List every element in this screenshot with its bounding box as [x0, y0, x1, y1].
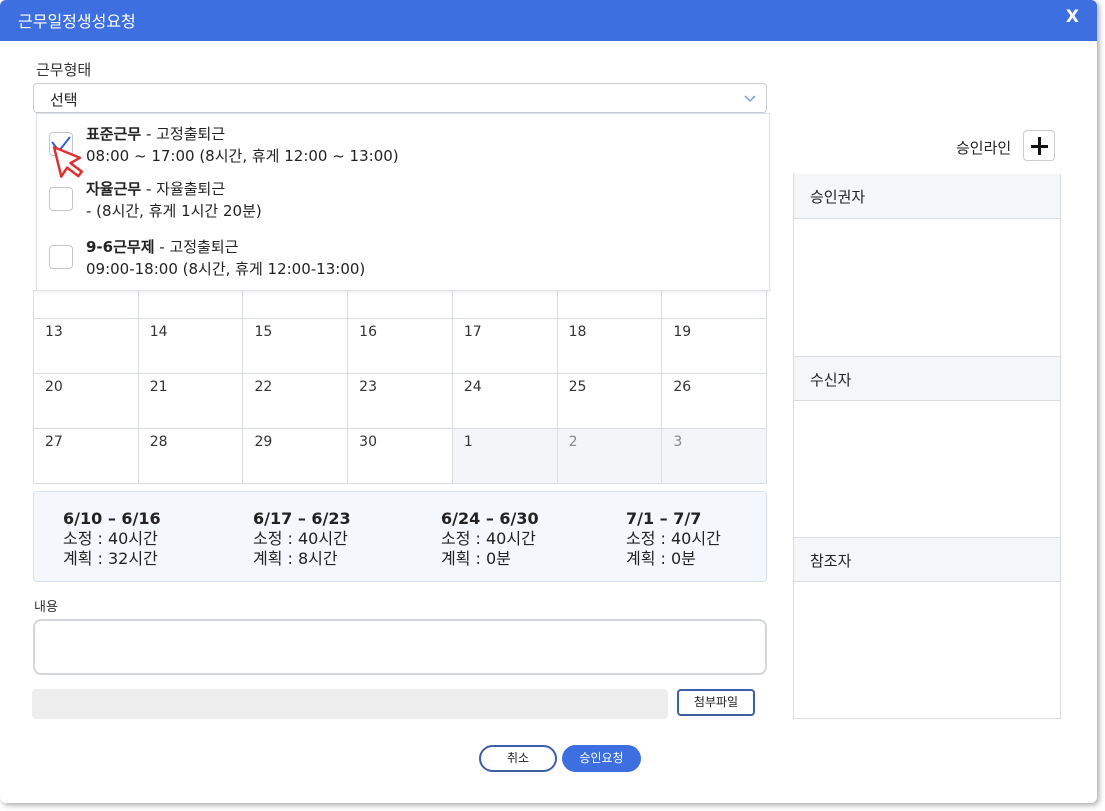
reference-section-header: 참조자	[794, 537, 1060, 582]
week-standard-hours: 소정 : 40시간	[441, 529, 536, 548]
work-type-option-standard[interactable]: 표준근무 - 고정출퇴근 08:00 ~ 17:00 (8시간, 휴게 12:0…	[37, 114, 769, 170]
calendar-week-row: 13 14 15 16 17 18 19	[34, 319, 768, 374]
calendar-day[interactable]	[138, 291, 244, 319]
calendar-day[interactable]	[662, 291, 768, 319]
weekly-hours-summary: 6/10 – 6/16 소정 : 40시간 계획 : 32시간 6/17 – 6…	[33, 491, 767, 582]
calendar-week-row: 20 21 22 23 24 25 26	[34, 374, 768, 429]
calendar-day[interactable]: 16	[348, 319, 453, 374]
dialog-titlebar: 근무일정생성요청 X	[0, 0, 1097, 41]
request-approval-button[interactable]: 승인요청	[562, 745, 641, 772]
week-standard-hours: 소정 : 40시간	[63, 529, 158, 548]
work-type-select[interactable]: 선택	[33, 83, 767, 113]
calendar-day[interactable]: 30	[348, 429, 453, 484]
calendar-day[interactable]	[34, 291, 139, 319]
approval-line-label: 승인라인	[956, 139, 1012, 157]
option-detail: - (8시간, 휴게 1시간 20분)	[86, 202, 262, 220]
week-summary: 6/10 – 6/16 소정 : 40시간 계획 : 32시간	[63, 509, 161, 569]
approval-line-panel: 승인권자 수신자 참조자	[793, 174, 1061, 719]
option-type: - 고정출퇴근	[141, 125, 226, 143]
calendar-day[interactable]: 21	[138, 374, 244, 429]
attach-file-button[interactable]: 첨부파일	[677, 689, 755, 716]
option-detail: 08:00 ~ 17:00 (8시간, 휴게 12:00 ~ 13:00)	[86, 147, 399, 165]
week-range: 6/24 – 6/30	[441, 509, 539, 528]
week-planned-hours: 계획 : 0분	[626, 549, 696, 568]
calendar-day[interactable]: 29	[243, 429, 349, 484]
week-planned-hours: 계획 : 8시간	[253, 549, 338, 568]
calendar-day[interactable]: 22	[243, 374, 349, 429]
content-label: 내용	[34, 600, 58, 615]
content-textarea[interactable]	[33, 619, 767, 675]
work-type-label: 근무형태	[36, 61, 92, 79]
calendar-day[interactable]	[452, 291, 558, 319]
option-checkbox[interactable]	[49, 187, 73, 211]
calendar-day[interactable]: 14	[138, 319, 244, 374]
cancel-button[interactable]: 취소	[479, 745, 557, 772]
calendar-day[interactable]: 18	[557, 319, 663, 374]
week-range: 7/1 – 7/7	[626, 509, 702, 528]
work-type-option-flexible[interactable]: 자율근무 - 자율출퇴근 - (8시간, 휴게 1시간 20분)	[37, 171, 769, 227]
week-summary: 7/1 – 7/7 소정 : 40시간 계획 : 0분	[626, 509, 721, 569]
mouse-cursor-icon	[52, 145, 84, 178]
option-detail: 09:00-18:00 (8시간, 휴게 12:00-13:00)	[86, 260, 366, 278]
calendar-day-other-month[interactable]: 3	[662, 429, 768, 484]
option-name: 표준근무	[86, 125, 142, 143]
week-summary: 6/24 – 6/30 소정 : 40시간 계획 : 0분	[441, 509, 539, 569]
work-type-dropdown: 표준근무 - 고정출퇴근 08:00 ~ 17:00 (8시간, 휴게 12:0…	[36, 113, 770, 291]
calendar-week-row: 27 28 29 30 1 2 3	[34, 429, 768, 484]
week-planned-hours: 계획 : 0분	[441, 549, 511, 568]
option-type: - 자율출퇴근	[141, 180, 226, 198]
calendar-day[interactable]	[243, 291, 349, 319]
calendar-day-other-month[interactable]: 1	[452, 429, 558, 484]
calendar-day[interactable]: 25	[557, 374, 663, 429]
week-range: 6/17 – 6/23	[253, 509, 351, 528]
option-checkbox[interactable]	[49, 245, 73, 269]
work-schedule-dialog: 근무일정생성요청 X 근무형태 선택 표준근무 - 고정출퇴근 08:00 ~ …	[0, 0, 1097, 803]
calendar-day[interactable]	[557, 291, 663, 319]
week-summary: 6/17 – 6/23 소정 : 40시간 계획 : 8시간	[253, 509, 351, 569]
option-name: 자율근무	[86, 180, 142, 198]
calendar-day[interactable]: 15	[243, 319, 349, 374]
close-button[interactable]: X	[1066, 7, 1079, 27]
calendar-day[interactable]: 23	[348, 374, 453, 429]
calendar-day[interactable]: 26	[662, 374, 768, 429]
work-type-option-9to6[interactable]: 9-6근무제 - 고정출퇴근 09:00-18:00 (8시간, 휴게 12:0…	[37, 229, 769, 285]
calendar-day-other-month[interactable]: 2	[557, 429, 663, 484]
add-approval-line-button[interactable]	[1023, 130, 1055, 161]
calendar-day[interactable]: 19	[662, 319, 768, 374]
calendar-week-row	[34, 291, 768, 319]
calendar-day[interactable]: 13	[34, 319, 139, 374]
dialog-title: 근무일정생성요청	[18, 12, 136, 31]
chevron-down-icon	[744, 95, 756, 103]
calendar-day[interactable]: 17	[452, 319, 558, 374]
approver-section-header: 승인권자	[794, 174, 1060, 219]
calendar-day[interactable]	[348, 291, 453, 319]
calendar-day[interactable]: 28	[138, 429, 244, 484]
calendar-day[interactable]: 24	[452, 374, 558, 429]
week-standard-hours: 소정 : 40시간	[253, 529, 348, 548]
work-type-selected: 선택	[50, 91, 78, 109]
recipient-section-header: 수신자	[794, 356, 1060, 401]
option-type: - 고정출퇴근	[154, 238, 239, 256]
week-standard-hours: 소정 : 40시간	[626, 529, 721, 548]
schedule-calendar: 13 14 15 16 17 18 19 20 21 22 23 24 25 2…	[33, 290, 768, 484]
calendar-day[interactable]: 27	[34, 429, 139, 484]
calendar-day[interactable]: 20	[34, 374, 139, 429]
option-name: 9-6근무제	[86, 238, 155, 256]
week-range: 6/10 – 6/16	[63, 509, 161, 528]
week-planned-hours: 계획 : 32시간	[63, 549, 158, 568]
attachment-file-field[interactable]	[32, 689, 668, 719]
